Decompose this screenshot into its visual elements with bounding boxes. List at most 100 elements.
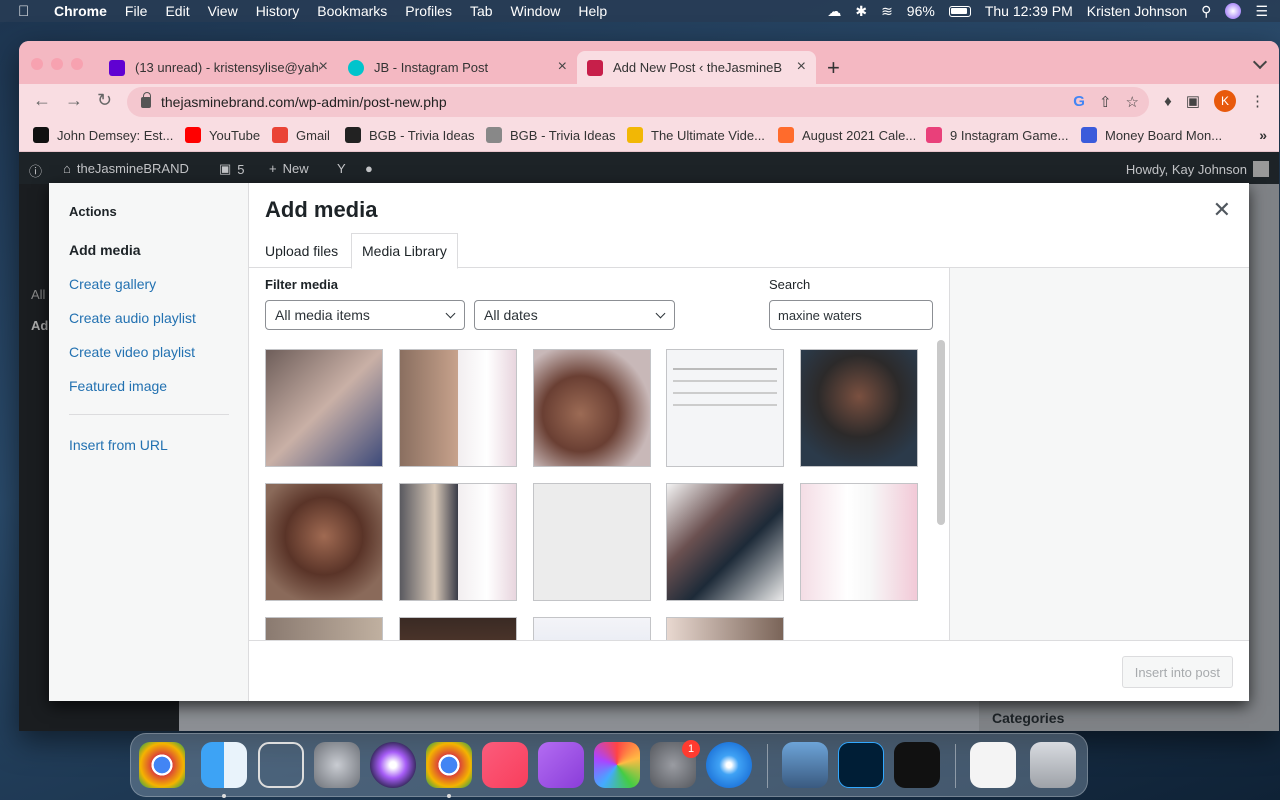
- spotlight-icon[interactable]: ⚲: [1201, 3, 1211, 20]
- lock-icon[interactable]: [141, 91, 151, 108]
- bookmark-item[interactable]: YouTube: [185, 127, 260, 143]
- tab-yahoo-mail[interactable]: (13 unread) - kristensylise@yahoo.com ×: [99, 51, 338, 84]
- google-icon[interactable]: G: [1073, 93, 1085, 111]
- menu-bookmarks[interactable]: Bookmarks: [317, 3, 387, 19]
- attachment-thumbnail[interactable]: [265, 617, 383, 640]
- attachment-thumbnail[interactable]: [399, 349, 517, 467]
- extensions-icon[interactable]: ♦: [1164, 93, 1172, 110]
- wordpress-logo-icon[interactable]: ⓘ: [29, 161, 42, 180]
- menu-app-name[interactable]: Chrome: [54, 3, 107, 19]
- battery-icon[interactable]: [948, 5, 971, 17]
- user-name[interactable]: Kristen Johnson: [1087, 3, 1187, 19]
- share-icon[interactable]: ⇧: [1099, 93, 1112, 111]
- attachment-thumbnail[interactable]: [265, 483, 383, 601]
- bookmark-star-icon[interactable]: ☆: [1126, 93, 1139, 111]
- tascam-icon[interactable]: [894, 742, 940, 788]
- tab-upload-files[interactable]: Upload files: [255, 233, 348, 268]
- action-create-audio-playlist[interactable]: Create audio playlist: [69, 310, 196, 326]
- forward-icon[interactable]: →: [65, 90, 83, 111]
- profile-avatar[interactable]: K: [1214, 90, 1236, 112]
- url-text[interactable]: thejasminebrand.com/wp-admin/post-new.ph…: [161, 94, 447, 110]
- creative-cloud-icon[interactable]: ☁: [827, 3, 841, 20]
- side-panel-icon[interactable]: ▣: [1186, 92, 1200, 110]
- attachment-thumbnail[interactable]: [533, 617, 651, 640]
- search-input[interactable]: [769, 300, 933, 330]
- attachment-thumbnail[interactable]: [533, 349, 651, 467]
- action-insert-from-url[interactable]: Insert from URL: [69, 437, 168, 453]
- trash-icon[interactable]: [1030, 742, 1076, 788]
- chrome-menu-icon[interactable]: ⋮: [1250, 92, 1265, 110]
- media-type-select[interactable]: All media items: [265, 300, 465, 330]
- control-center-icon[interactable]: ☰: [1255, 3, 1268, 20]
- close-tab-icon[interactable]: ×: [319, 58, 328, 76]
- action-add-media[interactable]: Add media: [69, 242, 141, 258]
- menu-edit[interactable]: Edit: [165, 3, 189, 19]
- menu-profiles[interactable]: Profiles: [405, 3, 452, 19]
- menu-help[interactable]: Help: [578, 3, 607, 19]
- close-tab-icon[interactable]: ×: [797, 58, 806, 76]
- chrome-canary-icon[interactable]: [139, 742, 185, 788]
- new-tab-button[interactable]: +: [827, 55, 840, 81]
- bookmark-item[interactable]: 9 Instagram Game...: [926, 127, 1069, 143]
- date-select[interactable]: All dates: [474, 300, 675, 330]
- attachment-thumbnail[interactable]: [265, 349, 383, 467]
- preview-icon[interactable]: [782, 742, 828, 788]
- attachment-thumbnail[interactable]: [399, 617, 517, 640]
- close-tab-icon[interactable]: ×: [558, 58, 567, 76]
- action-create-gallery[interactable]: Create gallery: [69, 276, 156, 292]
- bookmark-item[interactable]: BGB - Trivia Ideas: [345, 127, 474, 143]
- podcasts-icon[interactable]: [538, 742, 584, 788]
- close-window-button[interactable]: [31, 58, 43, 70]
- attachment-thumbnail[interactable]: [666, 483, 784, 601]
- zoom-window-button[interactable]: [71, 58, 83, 70]
- tab-add-new-post[interactable]: Add New Post ‹ theJasmineBRAND ×: [577, 51, 816, 84]
- menu-window[interactable]: Window: [511, 3, 561, 19]
- action-create-video-playlist[interactable]: Create video playlist: [69, 344, 195, 360]
- address-bar[interactable]: thejasminebrand.com/wp-admin/post-new.ph…: [127, 87, 1149, 117]
- attachment-thumbnail[interactable]: [800, 349, 918, 467]
- attachment-thumbnail[interactable]: [666, 349, 784, 467]
- menu-history[interactable]: History: [256, 3, 300, 19]
- minimize-window-button[interactable]: [51, 58, 63, 70]
- attachment-thumbnail[interactable]: [800, 483, 918, 601]
- attachment-thumbnail[interactable]: [666, 617, 784, 640]
- clock[interactable]: Thu 12:39 PM: [985, 3, 1073, 19]
- bluetooth-icon[interactable]: ✱: [855, 3, 867, 20]
- finder-icon[interactable]: [201, 742, 247, 788]
- comments-link[interactable]: ▣ 5: [219, 161, 245, 177]
- photos-icon[interactable]: [594, 742, 640, 788]
- bookmark-item[interactable]: BGB - Trivia Ideas: [486, 127, 615, 143]
- close-icon[interactable]: ✕: [1213, 197, 1231, 223]
- bookmark-item[interactable]: John Demsey: Est...: [33, 127, 173, 143]
- attachment-thumbnail[interactable]: [399, 483, 517, 601]
- tab-media-library[interactable]: Media Library: [351, 233, 458, 269]
- menu-file[interactable]: File: [125, 3, 148, 19]
- safari-icon[interactable]: [706, 742, 752, 788]
- bookmark-item[interactable]: Gmail: [272, 127, 330, 143]
- photoshop-icon[interactable]: [838, 742, 884, 788]
- tab-search-icon[interactable]: [1252, 54, 1268, 70]
- chrome-icon[interactable]: [426, 742, 472, 788]
- howdy-user[interactable]: Howdy, Kay Johnson: [1126, 161, 1269, 177]
- menu-view[interactable]: View: [208, 3, 238, 19]
- back-icon[interactable]: ←: [33, 90, 51, 111]
- site-name-link[interactable]: ⌂ theJasmineBRAND: [63, 161, 189, 176]
- attachment-thumbnail[interactable]: [533, 483, 651, 601]
- yoast-icon[interactable]: Y: [337, 161, 346, 176]
- music-icon[interactable]: [482, 742, 528, 788]
- wifi-icon[interactable]: ≋: [881, 3, 893, 20]
- new-content-link[interactable]: + New: [269, 161, 309, 176]
- menu-tab[interactable]: Tab: [470, 3, 493, 19]
- apple-icon[interactable]: : [18, 3, 40, 20]
- insert-into-post-button[interactable]: Insert into post: [1121, 656, 1233, 688]
- action-featured-image[interactable]: Featured image: [69, 378, 167, 394]
- bookmarks-overflow-icon[interactable]: »: [1259, 127, 1267, 143]
- bookmark-item[interactable]: August 2021 Cale...: [778, 127, 916, 143]
- tab-jb-instagram[interactable]: JB - Instagram Post ×: [338, 51, 577, 84]
- siri-icon[interactable]: [1225, 3, 1242, 19]
- screenshot-tool-icon[interactable]: [258, 742, 304, 788]
- recent-window-icon[interactable]: [970, 742, 1016, 788]
- launchpad-icon[interactable]: [314, 742, 360, 788]
- reload-icon[interactable]: ↻: [97, 90, 112, 111]
- grid-scrollbar[interactable]: [937, 340, 945, 525]
